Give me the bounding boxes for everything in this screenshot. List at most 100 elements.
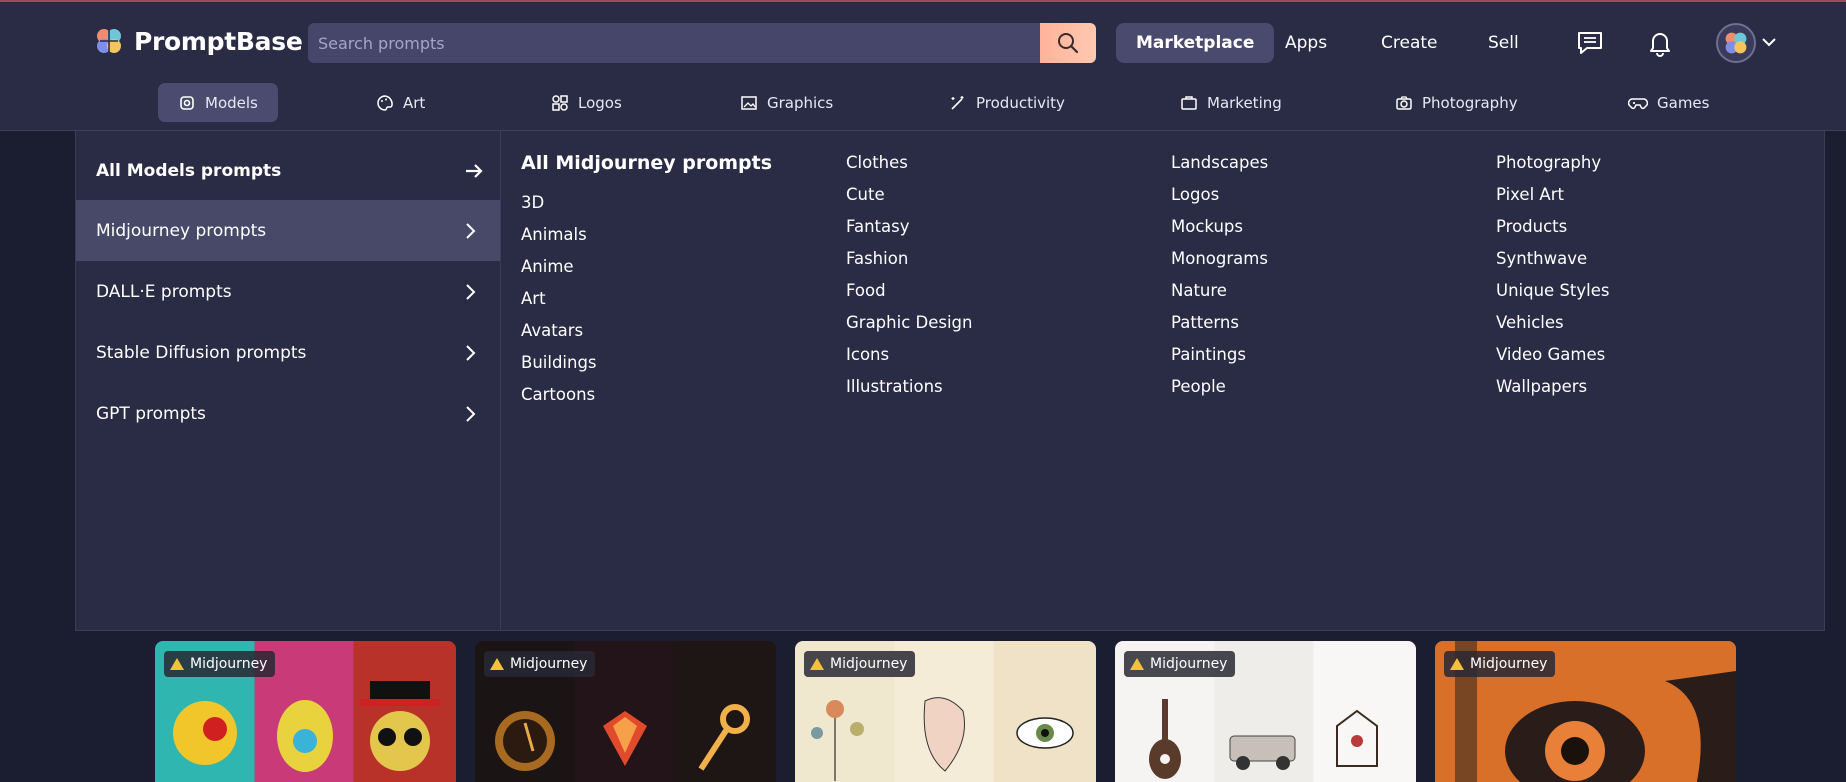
midjourney-icon bbox=[490, 658, 504, 670]
submenu-link[interactable]: Graphic Design bbox=[846, 307, 972, 339]
submenu-link[interactable]: Paintings bbox=[1171, 339, 1268, 371]
category-models[interactable]: Models bbox=[158, 83, 278, 122]
category-label: Productivity bbox=[976, 93, 1065, 112]
submenu-link[interactable]: Products bbox=[1496, 211, 1610, 243]
category-label: Art bbox=[403, 93, 426, 112]
search-icon bbox=[1058, 33, 1079, 54]
submenu-link[interactable]: Wallpapers bbox=[1496, 371, 1610, 403]
submenu-link[interactable]: Food bbox=[846, 275, 972, 307]
models-icon bbox=[180, 95, 194, 110]
category-photography[interactable]: Photography bbox=[1375, 83, 1538, 122]
all-models-label: All Models prompts bbox=[96, 161, 282, 181]
submenu-link[interactable]: Landscapes bbox=[1171, 147, 1268, 179]
submenu-link[interactable]: Synthwave bbox=[1496, 243, 1610, 275]
gamepad-icon bbox=[1628, 97, 1648, 109]
submenu-link[interactable]: Avatars bbox=[521, 315, 772, 347]
all-models-link[interactable]: All Models prompts bbox=[96, 153, 486, 189]
submenu-link[interactable]: People bbox=[1171, 371, 1268, 403]
category-label: Models bbox=[205, 93, 258, 112]
submenu-link[interactable]: Mockups bbox=[1171, 211, 1268, 243]
submenu-link[interactable]: 3D bbox=[521, 187, 772, 219]
prompt-card[interactable]: Midjourney bbox=[1115, 641, 1416, 782]
submenu-link[interactable]: Icons bbox=[846, 339, 972, 371]
badge-label: Midjourney bbox=[510, 656, 588, 672]
avatar[interactable] bbox=[1716, 23, 1756, 63]
submenu-link[interactable]: Monograms bbox=[1171, 243, 1268, 275]
submenu-link[interactable]: Cartoons bbox=[521, 379, 772, 411]
prompt-cards-row: Midjourney Midjourney Midjourney Midjour… bbox=[0, 641, 1846, 782]
messages-button[interactable] bbox=[1575, 28, 1605, 58]
model-badge: Midjourney bbox=[1444, 651, 1556, 677]
submenu-link[interactable]: Cute bbox=[846, 179, 972, 211]
midjourney-icon bbox=[810, 658, 824, 670]
model-item-midjourney[interactable]: Midjourney prompts bbox=[76, 200, 500, 261]
category-productivity[interactable]: Productivity bbox=[929, 83, 1085, 122]
submenu-link[interactable]: Anime bbox=[521, 251, 772, 283]
badge-label: Midjourney bbox=[830, 656, 908, 672]
model-item-stable-diffusion[interactable]: Stable Diffusion prompts bbox=[76, 322, 500, 383]
model-label: DALL·E prompts bbox=[96, 281, 232, 302]
model-badge: Midjourney bbox=[484, 651, 596, 677]
prompt-card[interactable]: Midjourney bbox=[1435, 641, 1736, 782]
search-button[interactable] bbox=[1040, 23, 1096, 63]
shapes-icon bbox=[552, 94, 568, 111]
submenu-title[interactable]: All Midjourney prompts bbox=[521, 152, 772, 174]
submenu-column-4: Photography Pixel Art Products Synthwave… bbox=[1496, 147, 1610, 403]
submenu-link[interactable]: Logos bbox=[1171, 179, 1268, 211]
submenu-link[interactable]: Video Games bbox=[1496, 339, 1610, 371]
prompt-card[interactable]: Midjourney bbox=[475, 641, 776, 782]
submenu-link[interactable]: Unique Styles bbox=[1496, 275, 1610, 307]
category-label: Graphics bbox=[767, 93, 834, 112]
prompt-card[interactable]: Midjourney bbox=[155, 641, 456, 782]
notifications-button[interactable] bbox=[1645, 28, 1675, 58]
submenu-column-2: Clothes Cute Fantasy Fashion Food Graphi… bbox=[846, 147, 972, 403]
submenu-column-3: Landscapes Logos Mockups Monograms Natur… bbox=[1171, 147, 1268, 403]
chevron-right-icon bbox=[466, 344, 476, 361]
badge-label: Midjourney bbox=[1470, 656, 1548, 672]
midjourney-icon bbox=[1130, 658, 1144, 670]
submenu-link[interactable]: Buildings bbox=[521, 347, 772, 379]
category-logos[interactable]: Logos bbox=[531, 83, 642, 122]
model-item-gpt[interactable]: GPT prompts bbox=[76, 383, 500, 444]
submenu-link[interactable]: Pixel Art bbox=[1496, 179, 1610, 211]
submenu-link[interactable]: Fantasy bbox=[846, 211, 972, 243]
camera-icon bbox=[1396, 95, 1412, 110]
category-label: Photography bbox=[1422, 93, 1518, 112]
brain-logo-icon bbox=[97, 29, 121, 53]
nav-marketplace[interactable]: Marketplace bbox=[1116, 23, 1275, 63]
category-label: Logos bbox=[578, 93, 622, 112]
submenu-link[interactable]: Fashion bbox=[846, 243, 972, 275]
category-art[interactable]: Art bbox=[356, 83, 445, 122]
submenu-link[interactable]: Illustrations bbox=[846, 371, 972, 403]
nav-apps[interactable]: Apps bbox=[1265, 23, 1347, 63]
submenu-link[interactable]: Art bbox=[521, 283, 772, 315]
category-label: Games bbox=[1657, 93, 1710, 112]
model-item-dalle[interactable]: DALL·E prompts bbox=[76, 261, 500, 322]
nav-sell[interactable]: Sell bbox=[1468, 23, 1539, 63]
model-label: GPT prompts bbox=[96, 403, 206, 424]
category-label: Marketing bbox=[1207, 93, 1282, 112]
arrow-right-icon bbox=[466, 164, 483, 178]
category-games[interactable]: Games bbox=[1608, 83, 1729, 122]
chevron-right-icon bbox=[466, 405, 476, 422]
submenu-link[interactable]: Animals bbox=[521, 219, 772, 251]
model-badge: Midjourney bbox=[164, 651, 276, 677]
bell-icon bbox=[1650, 33, 1670, 57]
chevron-right-icon bbox=[466, 283, 476, 300]
category-graphics[interactable]: Graphics bbox=[720, 83, 853, 122]
submenu-link[interactable]: Nature bbox=[1171, 275, 1268, 307]
image-icon bbox=[741, 95, 757, 110]
search-input[interactable] bbox=[308, 23, 1038, 63]
midjourney-icon bbox=[170, 658, 184, 670]
nav-create[interactable]: Create bbox=[1361, 23, 1458, 63]
category-marketing[interactable]: Marketing bbox=[1160, 83, 1302, 122]
chevron-down-icon[interactable] bbox=[1760, 33, 1778, 51]
user-avatar-icon bbox=[1725, 32, 1747, 54]
search-bar bbox=[308, 23, 1096, 63]
submenu-link[interactable]: Clothes bbox=[846, 147, 972, 179]
submenu-link[interactable]: Photography bbox=[1496, 147, 1610, 179]
prompt-card[interactable]: Midjourney bbox=[795, 641, 1096, 782]
submenu-link[interactable]: Vehicles bbox=[1496, 307, 1610, 339]
submenu-link[interactable]: Patterns bbox=[1171, 307, 1268, 339]
brand-logo[interactable]: PromptBase bbox=[94, 26, 303, 56]
